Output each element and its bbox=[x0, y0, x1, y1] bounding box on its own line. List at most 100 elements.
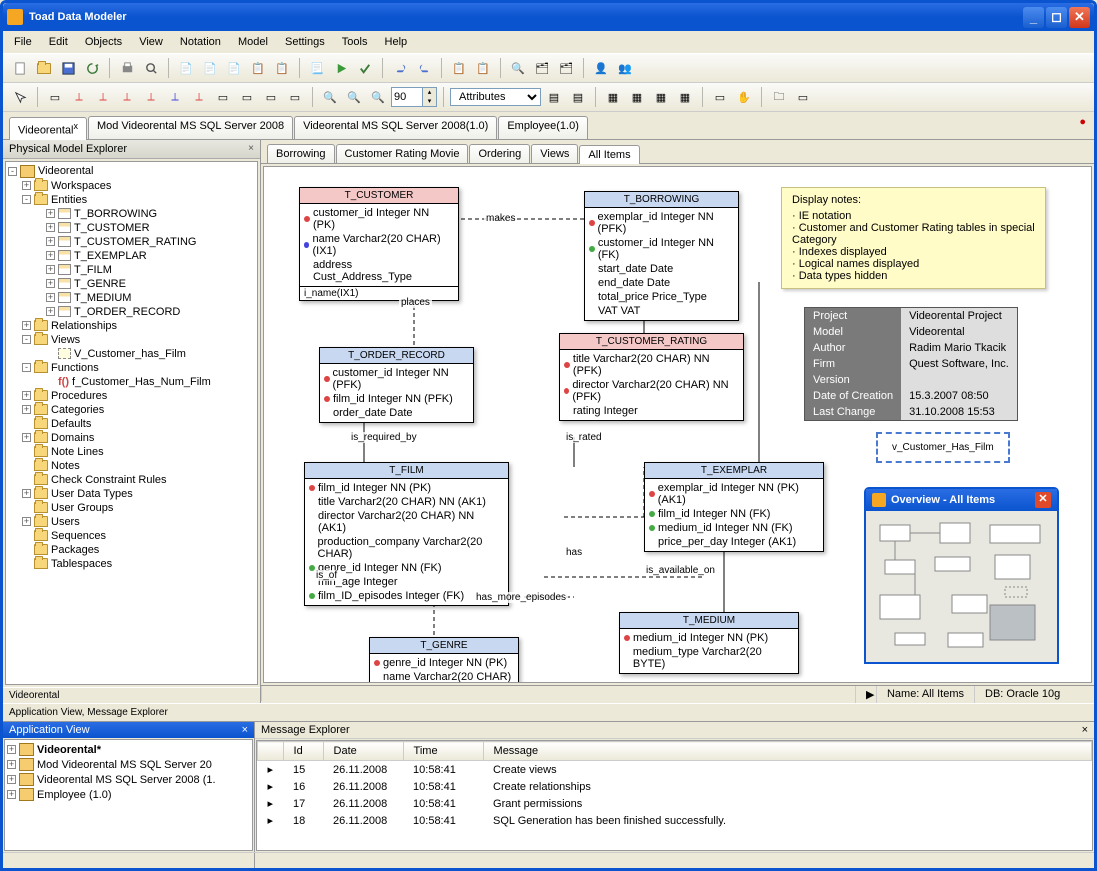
zoom-stepper[interactable]: ▴▾ bbox=[391, 87, 437, 107]
tab-videorental-sql[interactable]: Videorental MS SQL Server 2008(1.0) bbox=[294, 116, 497, 139]
tree-folder[interactable]: User Groups bbox=[8, 501, 255, 515]
user-icon[interactable]: 👤 bbox=[590, 57, 612, 79]
export5-icon[interactable]: 📋 bbox=[271, 57, 293, 79]
overview-header[interactable]: Overview - All Items ✕ bbox=[866, 489, 1057, 511]
tab-videorental[interactable]: Videorentalx bbox=[9, 117, 87, 140]
tree-folder[interactable]: +Procedures bbox=[8, 389, 255, 403]
message-row[interactable]: ▸1826.11.200810:58:41SQL Generation has … bbox=[258, 812, 1092, 829]
message-row[interactable]: ▸1626.11.200810:58:41Create relationship… bbox=[258, 778, 1092, 795]
open-icon[interactable] bbox=[33, 57, 55, 79]
copy-icon[interactable]: 📋 bbox=[448, 57, 470, 79]
users-icon[interactable]: 👥 bbox=[614, 57, 636, 79]
diagram-canvas[interactable]: T_CUSTOMER customer_id Integer NN (PK)na… bbox=[263, 166, 1092, 683]
entity-rating[interactable]: T_CUSTOMER_RATING title Varchar2(20 CHAR… bbox=[559, 333, 744, 421]
appview-item[interactable]: +Videorental MS SQL Server 2008 (1. bbox=[7, 772, 250, 787]
display-combo[interactable]: Attributes bbox=[450, 88, 541, 106]
tree-entity[interactable]: +T_MEDIUM bbox=[8, 291, 255, 305]
zoom-input[interactable] bbox=[392, 88, 422, 106]
tree-entity[interactable]: +T_EXEMPLAR bbox=[8, 249, 255, 263]
export4-icon[interactable]: 📋 bbox=[247, 57, 269, 79]
align2-icon[interactable]: ▦ bbox=[626, 86, 648, 108]
menu-model[interactable]: Model bbox=[231, 33, 275, 51]
menu-settings[interactable]: Settings bbox=[278, 33, 332, 51]
menu-help[interactable]: Help bbox=[378, 33, 415, 51]
arrow-icon[interactable] bbox=[9, 86, 31, 108]
export-icon[interactable]: 📄 bbox=[175, 57, 197, 79]
paste-icon[interactable]: 📋 bbox=[472, 57, 494, 79]
tree-entity[interactable]: +T_CUSTOMER_RATING bbox=[8, 235, 255, 249]
minimize-button[interactable]: _ bbox=[1023, 7, 1044, 28]
tree-entity[interactable]: +T_ORDER_RECORD bbox=[8, 305, 255, 319]
verify-icon[interactable] bbox=[354, 57, 376, 79]
view-icon[interactable]: ▭ bbox=[236, 86, 258, 108]
message-table[interactable]: Id Date Time Message ▸1526.11.200810:58:… bbox=[256, 740, 1093, 851]
tree-entity[interactable]: +T_GENRE bbox=[8, 277, 255, 291]
zoom-fit-icon[interactable]: 🔍 bbox=[367, 86, 389, 108]
tree-folder[interactable]: Note Lines bbox=[8, 445, 255, 459]
tree-folder[interactable]: Notes bbox=[8, 459, 255, 473]
run-icon[interactable] bbox=[330, 57, 352, 79]
category-icon[interactable]: 🗀 bbox=[768, 86, 790, 108]
menu-tools[interactable]: Tools bbox=[335, 33, 375, 51]
tree-folder[interactable]: Tablespaces bbox=[8, 557, 255, 571]
appview-item[interactable]: +Videorental* bbox=[7, 742, 250, 757]
generate-icon[interactable]: 📃 bbox=[306, 57, 328, 79]
tab-all-items[interactable]: All Items bbox=[579, 145, 639, 164]
tab-customer-rating[interactable]: Customer Rating Movie bbox=[336, 144, 469, 163]
tab-mod-videorental[interactable]: Mod Videorental MS SQL Server 2008 bbox=[88, 116, 293, 139]
view-customer-has-film[interactable]: v_Customer_Has_Film bbox=[876, 432, 1010, 463]
tree-folder[interactable]: -Views bbox=[8, 333, 255, 347]
tree-function[interactable]: f()f_Customer_Has_Num_Film bbox=[8, 375, 255, 389]
overview-icon[interactable]: ▭ bbox=[792, 86, 814, 108]
tree-folder[interactable]: +Workspaces bbox=[8, 179, 255, 193]
export3-icon[interactable]: 📄 bbox=[223, 57, 245, 79]
tree-entity[interactable]: +T_CUSTOMER bbox=[8, 221, 255, 235]
menu-notation[interactable]: Notation bbox=[173, 33, 228, 51]
relation1-icon[interactable]: ⟂ bbox=[68, 86, 90, 108]
entity-film[interactable]: T_FILM film_id Integer NN (PK)title Varc… bbox=[304, 462, 509, 606]
stamp-icon[interactable]: ▭ bbox=[284, 86, 306, 108]
relation6-icon[interactable]: ⟂ bbox=[188, 86, 210, 108]
tree-folder[interactable]: Sequences bbox=[8, 529, 255, 543]
msgexp-close-icon[interactable]: × bbox=[1082, 724, 1088, 736]
message-row[interactable]: ▸1726.11.200810:58:41Grant permissions bbox=[258, 795, 1092, 812]
entity-customer[interactable]: T_CUSTOMER customer_id Integer NN (PK)na… bbox=[299, 187, 459, 301]
relation2-icon[interactable]: ⟂ bbox=[92, 86, 114, 108]
tree-folder[interactable]: -Functions bbox=[8, 361, 255, 375]
entity-icon[interactable]: ▭ bbox=[44, 86, 66, 108]
message-row[interactable]: ▸1526.11.200810:58:41Create views bbox=[258, 761, 1092, 779]
close-button[interactable]: ✕ bbox=[1069, 7, 1090, 28]
appview-item[interactable]: +Mod Videorental MS SQL Server 20 bbox=[7, 757, 250, 772]
tree-folder[interactable]: Defaults bbox=[8, 417, 255, 431]
tree-expand-icon[interactable]: - bbox=[8, 167, 17, 176]
tab-close-icon[interactable]: ● bbox=[1079, 116, 1086, 128]
entity-exemplar[interactable]: T_EXEMPLAR exemplar_id Integer NN (PK)(A… bbox=[644, 462, 824, 552]
entity-order[interactable]: T_ORDER_RECORD customer_id Integer NN (P… bbox=[319, 347, 474, 423]
tab-borrowing[interactable]: Borrowing bbox=[267, 144, 335, 163]
display2-icon[interactable]: ▤ bbox=[567, 86, 589, 108]
hand-icon[interactable]: ✋ bbox=[733, 86, 755, 108]
entity-medium[interactable]: T_MEDIUM medium_id Integer NN (PK)medium… bbox=[619, 612, 799, 674]
note-icon[interactable]: ▭ bbox=[212, 86, 234, 108]
tree-folder[interactable]: Check Constraint Rules bbox=[8, 473, 255, 487]
explorer-close-icon[interactable]: × bbox=[248, 143, 254, 155]
menu-edit[interactable]: Edit bbox=[42, 33, 75, 51]
overview-panel[interactable]: Overview - All Items ✕ bbox=[864, 487, 1059, 664]
reverse-icon[interactable]: 🗂 bbox=[555, 57, 577, 79]
tab-views[interactable]: Views bbox=[531, 144, 578, 163]
menu-objects[interactable]: Objects bbox=[78, 33, 129, 51]
tree-folder[interactable]: +Users bbox=[8, 515, 255, 529]
maximize-button[interactable]: ◻ bbox=[1046, 7, 1067, 28]
zoom-out-icon[interactable]: 🔍 bbox=[319, 86, 341, 108]
zoom-up-icon[interactable]: ▴ bbox=[423, 88, 436, 97]
display1-icon[interactable]: ▤ bbox=[543, 86, 565, 108]
tree-entity[interactable]: +T_BORROWING bbox=[8, 207, 255, 221]
menu-view[interactable]: View bbox=[132, 33, 170, 51]
tree-folder[interactable]: +Categories bbox=[8, 403, 255, 417]
entity-genre[interactable]: T_GENRE genre_id Integer NN (PK)name Var… bbox=[369, 637, 519, 683]
tab-ordering[interactable]: Ordering bbox=[469, 144, 530, 163]
entity-borrowing[interactable]: T_BORROWING exemplar_id Integer NN (PFK)… bbox=[584, 191, 739, 321]
relation3-icon[interactable]: ⟂ bbox=[116, 86, 138, 108]
search-icon2[interactable]: 🔍 bbox=[507, 57, 529, 79]
new-icon[interactable] bbox=[9, 57, 31, 79]
